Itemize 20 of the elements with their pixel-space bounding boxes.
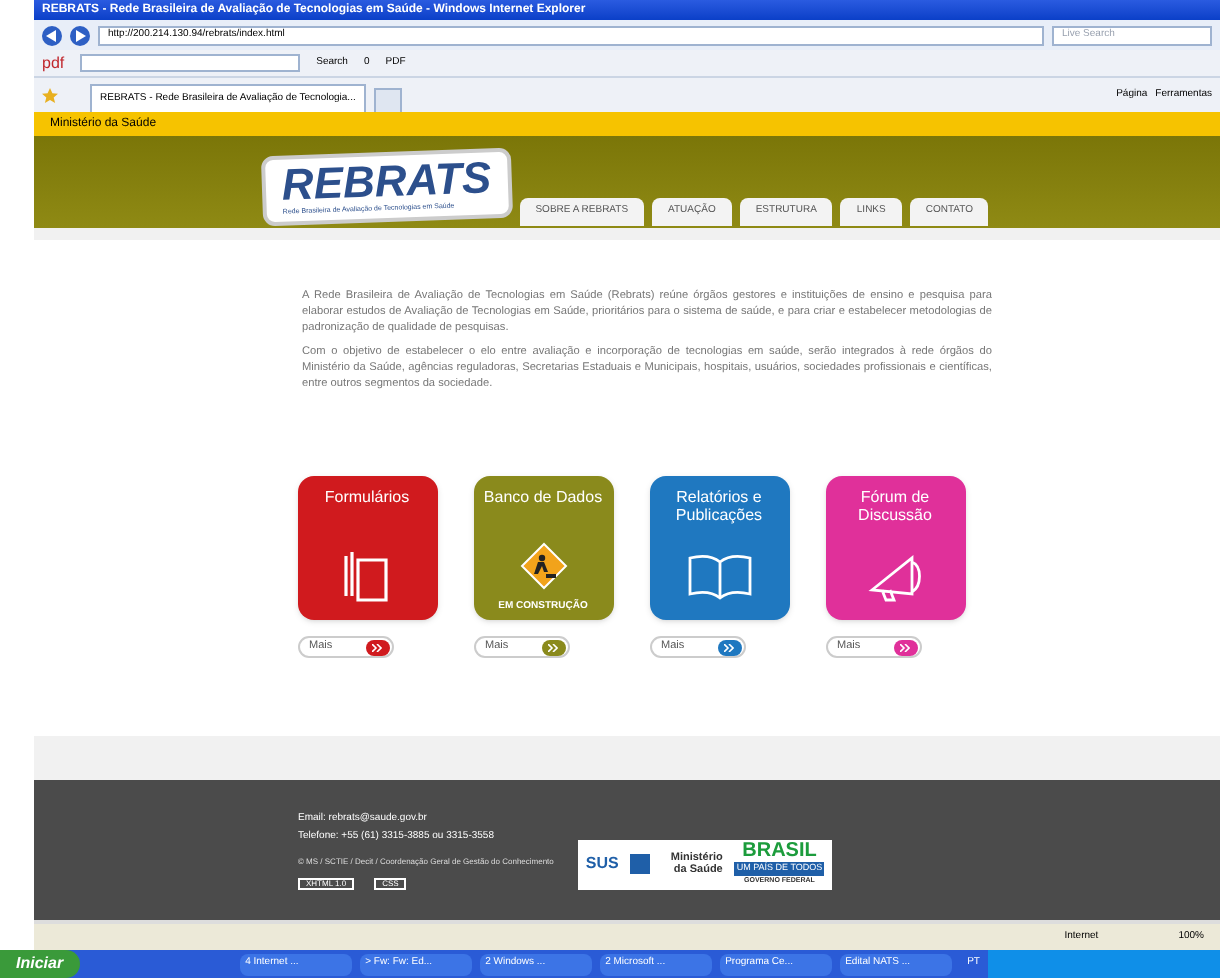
documents-icon bbox=[341, 548, 393, 604]
construction-sign-icon bbox=[519, 541, 567, 590]
section-card[interactable]: Fórum de Discussão bbox=[825, 476, 965, 620]
card-title: Fórum de Discussão bbox=[856, 488, 934, 528]
section-card[interactable]: Formulários bbox=[297, 476, 437, 620]
sus-logo: SUS bbox=[585, 852, 619, 876]
back-button[interactable] bbox=[42, 25, 62, 45]
card-title: Banco de Dados bbox=[481, 488, 605, 510]
section-card[interactable]: Relatórios e Publicações bbox=[649, 476, 789, 620]
open-book-icon bbox=[685, 552, 753, 600]
start-button[interactable]: Iniciar bbox=[0, 950, 80, 978]
pdf-label: pdf bbox=[42, 55, 65, 71]
new-tab-button[interactable] bbox=[373, 88, 402, 112]
megaphone-icon bbox=[865, 550, 925, 602]
favorites-star-icon[interactable] bbox=[42, 87, 58, 103]
pdf-search-field[interactable] bbox=[80, 54, 301, 72]
brasil-logo: BRASIL bbox=[742, 842, 817, 862]
card-title: Formulários bbox=[322, 488, 412, 510]
forward-button[interactable] bbox=[70, 25, 90, 45]
card-title: Relatórios e Publicações bbox=[673, 488, 765, 528]
